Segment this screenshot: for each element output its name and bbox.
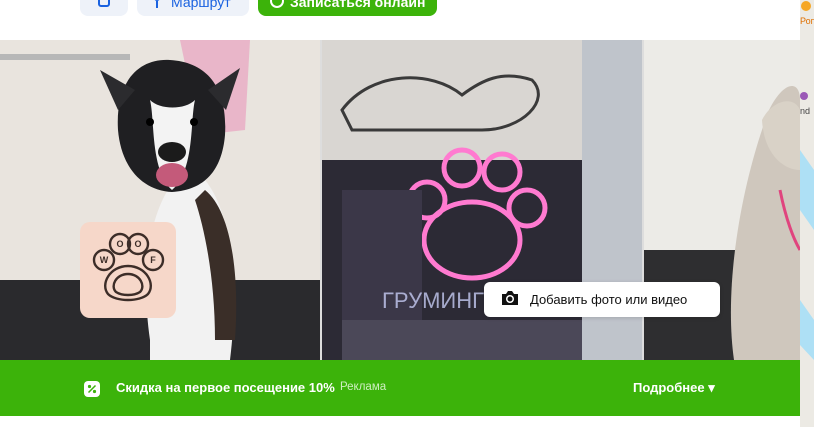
woof-logo: WOOF xyxy=(80,222,176,318)
clock-icon xyxy=(270,0,284,11)
photo-gallery[interactable]: ГРУМИНГ WOOF Добавить фото или видео xyxy=(0,40,800,360)
promo-more-link[interactable]: Подробнее ▾ xyxy=(633,380,715,396)
book-online-button[interactable]: Записаться онлайн xyxy=(258,0,437,16)
ad-label: Реклама xyxy=(340,381,387,393)
map-fragment[interactable]: Роп nd xyxy=(800,0,814,427)
camera-icon xyxy=(500,290,520,309)
discount-icon xyxy=(84,381,100,397)
route-icon xyxy=(151,0,163,11)
map-label-mid: nd xyxy=(800,106,811,116)
svg-text:F: F xyxy=(150,255,156,265)
save-button[interactable] xyxy=(80,0,128,16)
map-label-top: Роп xyxy=(800,16,814,26)
svg-text:ГРУМИНГ: ГРУМИНГ xyxy=(382,288,484,313)
svg-text:O: O xyxy=(134,239,141,249)
svg-text:O: O xyxy=(116,239,123,249)
bookmark-icon xyxy=(97,0,111,11)
route-label: Маршрут xyxy=(171,0,231,10)
book-online-label: Записаться онлайн xyxy=(290,0,426,10)
top-actions-bar: Маршрут Записаться онлайн xyxy=(0,0,800,40)
add-photo-label: Добавить фото или видео xyxy=(530,292,688,307)
promo-text: Скидка на первое посещение 10% xyxy=(116,380,335,395)
promo-banner[interactable]: Скидка на первое посещение 10% Реклама П… xyxy=(0,360,800,416)
svg-text:W: W xyxy=(100,255,109,265)
route-button[interactable]: Маршрут xyxy=(137,0,249,16)
add-photo-button[interactable]: Добавить фото или видео xyxy=(484,282,720,317)
